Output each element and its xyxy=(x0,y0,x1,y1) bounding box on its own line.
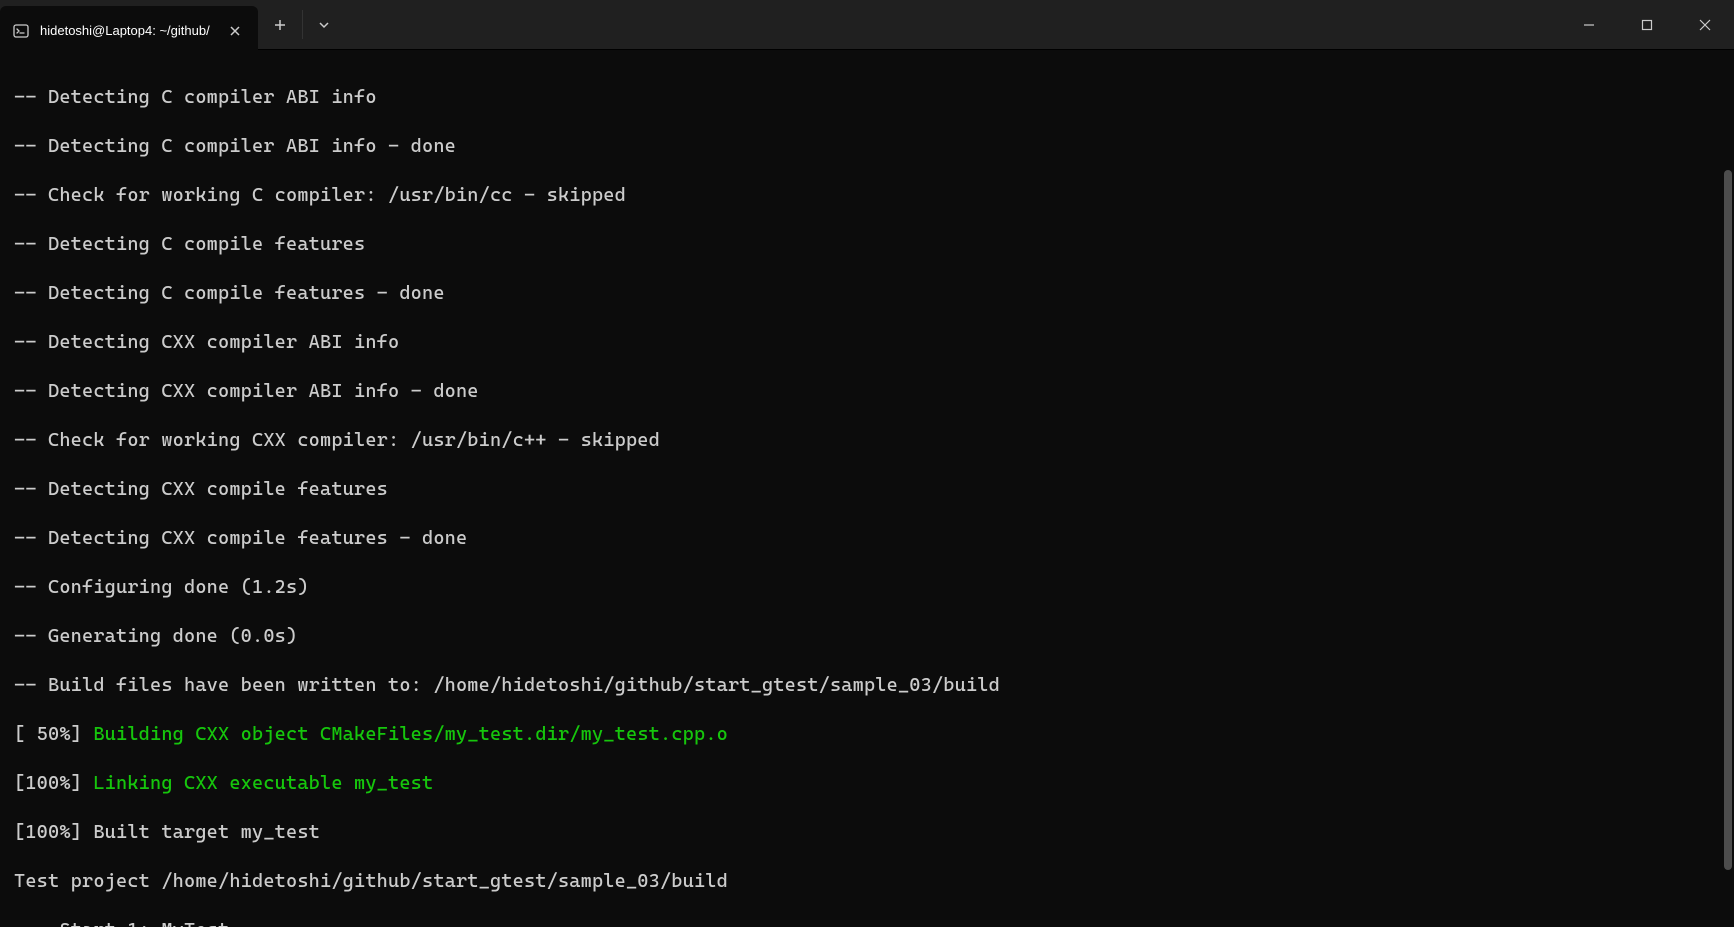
output-line: -- Detecting CXX compile features xyxy=(14,477,1720,502)
terminal-icon xyxy=(12,22,30,40)
output-line: -- Detecting CXX compile features - done xyxy=(14,526,1720,551)
new-tab-button[interactable] xyxy=(258,0,302,49)
window-titlebar: hidetoshi@Laptop4: ~/github/ xyxy=(0,0,1734,50)
output-line: -- Detecting CXX compiler ABI info - don… xyxy=(14,379,1720,404)
scrollbar-thumb[interactable] xyxy=(1724,170,1732,870)
output-line: -- Generating done (0.0s) xyxy=(14,624,1720,649)
titlebar-drag-region[interactable] xyxy=(346,0,1560,49)
terminal-tab[interactable]: hidetoshi@Laptop4: ~/github/ xyxy=(0,6,258,55)
output-line: -- Build files have been written to: /ho… xyxy=(14,673,1720,698)
output-line: -- Check for working C compiler: /usr/bi… xyxy=(14,183,1720,208)
output-line: -- Detecting CXX compiler ABI info xyxy=(14,330,1720,355)
output-line: [100%] Linking CXX executable my_test xyxy=(14,771,1720,796)
window-maximize-button[interactable] xyxy=(1618,0,1676,49)
output-line: [ 50%] Building CXX object CMakeFiles/my… xyxy=(14,722,1720,747)
tab-close-button[interactable] xyxy=(226,22,244,40)
output-line: -- Check for working CXX compiler: /usr/… xyxy=(14,428,1720,453)
output-line: -- Detecting C compile features - done xyxy=(14,281,1720,306)
output-line: -- Detecting C compiler ABI info - done xyxy=(14,134,1720,159)
output-line: Test project /home/hidetoshi/github/star… xyxy=(14,869,1720,894)
output-line: -- Configuring done (1.2s) xyxy=(14,575,1720,600)
window-close-button[interactable] xyxy=(1676,0,1734,49)
output-line: -- Detecting C compiler ABI info xyxy=(14,85,1720,110)
tab-title: hidetoshi@Laptop4: ~/github/ xyxy=(40,23,210,38)
window-minimize-button[interactable] xyxy=(1560,0,1618,49)
output-line: -- Detecting C compile features xyxy=(14,232,1720,257)
tab-dropdown-button[interactable] xyxy=(302,10,346,39)
output-line: Start 1: MyTest xyxy=(14,918,1720,927)
output-line: [100%] Built target my_test xyxy=(14,820,1720,845)
terminal-viewport[interactable]: -- Detecting C compiler ABI info -- Dete… xyxy=(0,50,1734,927)
